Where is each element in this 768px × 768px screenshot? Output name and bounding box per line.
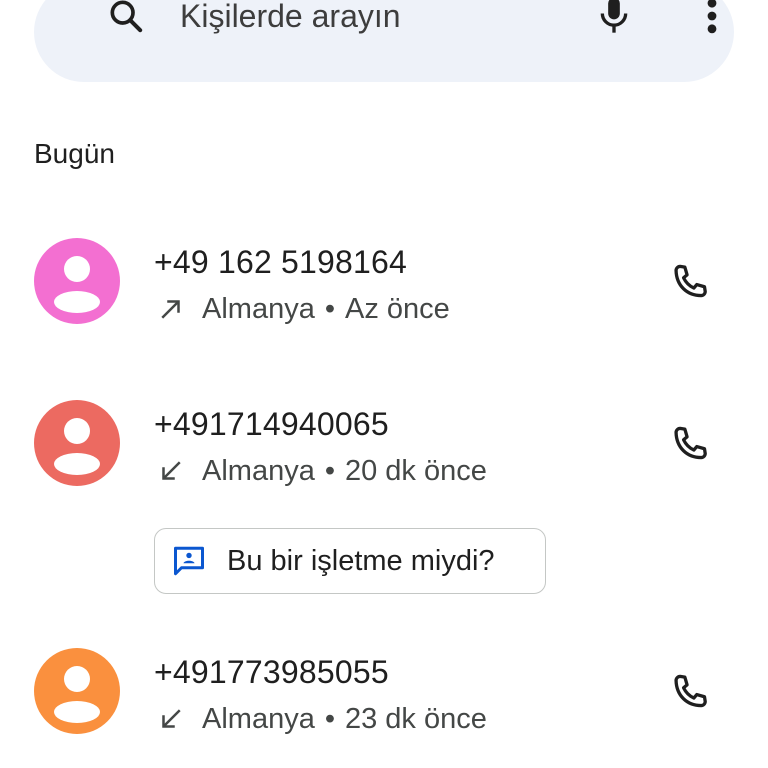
call-details: Almanya • Az önce — [154, 290, 450, 328]
phone-icon[interactable] — [668, 670, 712, 714]
avatar[interactable] — [34, 648, 120, 734]
person-icon — [34, 238, 120, 324]
avatar[interactable] — [34, 238, 120, 324]
call-log-item[interactable]: +49 162 5198164 Almanya • Az önce — [0, 238, 768, 348]
separator: • — [324, 293, 335, 325]
phone-icon[interactable] — [668, 422, 712, 466]
call-log-item[interactable]: +491714940065 Almanya • 20 dk önce — [0, 400, 768, 510]
business-message-icon — [174, 546, 204, 576]
separator: • — [324, 455, 335, 487]
arrow-up-right-icon — [161, 300, 180, 319]
call-history-screen: Kişilerde arayın Bugün +49 162 5198164 A… — [0, 0, 768, 768]
call-log-item[interactable]: +491773985055 Almanya • 23 dk önce — [0, 648, 768, 758]
arrow-down-left-icon — [162, 461, 181, 480]
phone-icon[interactable] — [668, 260, 712, 304]
call-country: Almanya — [202, 293, 315, 325]
person-icon — [34, 400, 120, 486]
arrow-down-left-icon — [162, 709, 181, 728]
business-prompt-label: Bu bir işletme miydi? — [227, 545, 495, 577]
search-input[interactable]: Kişilerde arayın — [180, 0, 401, 36]
more-vert-icon[interactable] — [696, 0, 728, 38]
phone-number: +491714940065 — [154, 406, 389, 442]
call-details: Almanya • 23 dk önce — [154, 700, 487, 738]
search-bar[interactable]: Kişilerde arayın — [34, 0, 734, 82]
search-icon[interactable] — [106, 0, 146, 36]
call-country: Almanya — [202, 455, 315, 487]
call-time: 20 dk önce — [344, 455, 487, 487]
section-header-today: Bugün — [34, 138, 115, 169]
call-time: 23 dk önce — [344, 703, 487, 735]
separator: • — [324, 703, 335, 735]
phone-number: +491773985055 — [154, 654, 389, 690]
person-icon — [34, 648, 120, 734]
call-details: Almanya • 20 dk önce — [154, 452, 487, 490]
avatar[interactable] — [34, 400, 120, 486]
call-country: Almanya — [202, 703, 315, 735]
microphone-icon[interactable] — [594, 0, 634, 38]
business-prompt-chip[interactable]: Bu bir işletme miydi? — [154, 528, 546, 594]
call-time: Az önce — [344, 293, 450, 325]
phone-number: +49 162 5198164 — [154, 244, 408, 280]
